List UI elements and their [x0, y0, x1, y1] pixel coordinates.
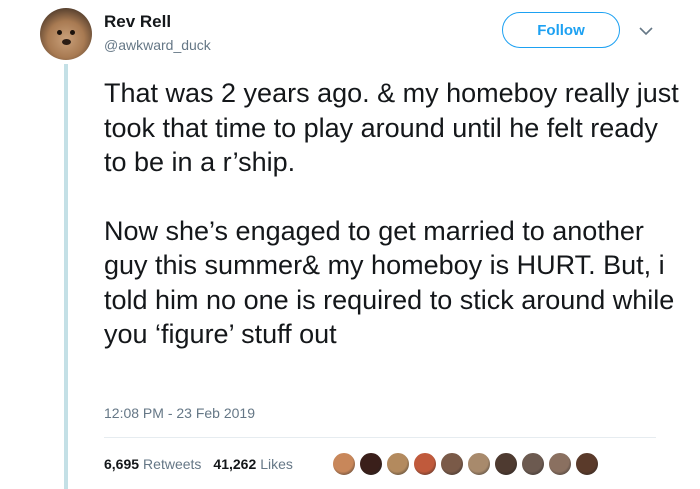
liker-avatar[interactable]	[359, 452, 383, 476]
divider	[104, 437, 656, 438]
likes-label: Likes	[260, 456, 293, 472]
liker-avatar[interactable]	[575, 452, 599, 476]
thread-line	[64, 64, 68, 489]
liker-avatar[interactable]	[494, 452, 518, 476]
tweet-stats: 6,695 Retweets 41,262 Likes	[104, 456, 293, 472]
user-handle[interactable]: @awkward_duck	[104, 37, 211, 53]
retweets-label: Retweets	[143, 456, 202, 472]
liker-avatar[interactable]	[440, 452, 464, 476]
tweet-text: That was 2 years ago. & my homeboy reall…	[104, 76, 684, 352]
display-name[interactable]: Rev Rell	[104, 12, 171, 32]
avatar[interactable]	[40, 8, 92, 60]
chevron-down-icon[interactable]	[638, 24, 654, 38]
liker-avatar[interactable]	[386, 452, 410, 476]
tweet-paragraph: That was 2 years ago. & my homeboy reall…	[104, 78, 679, 177]
avatar-eye	[57, 30, 62, 35]
tweet-timestamp[interactable]: 12:08 PM - 23 Feb 2019	[104, 405, 255, 421]
liker-avatars	[332, 452, 602, 478]
liker-avatar[interactable]	[332, 452, 356, 476]
likes-count: 41,262	[213, 456, 257, 472]
follow-button[interactable]: Follow	[502, 12, 620, 48]
likes-stat[interactable]: 41,262 Likes	[213, 456, 293, 472]
retweets-stat[interactable]: 6,695 Retweets	[104, 456, 201, 472]
liker-avatar[interactable]	[521, 452, 545, 476]
liker-avatar[interactable]	[467, 452, 491, 476]
avatar-eye	[70, 30, 75, 35]
retweets-count: 6,695	[104, 456, 140, 472]
tweet-paragraph: Now she’s engaged to get married to anot…	[104, 215, 675, 350]
avatar-nose	[62, 39, 71, 45]
liker-avatar[interactable]	[413, 452, 437, 476]
liker-avatar[interactable]	[548, 452, 572, 476]
